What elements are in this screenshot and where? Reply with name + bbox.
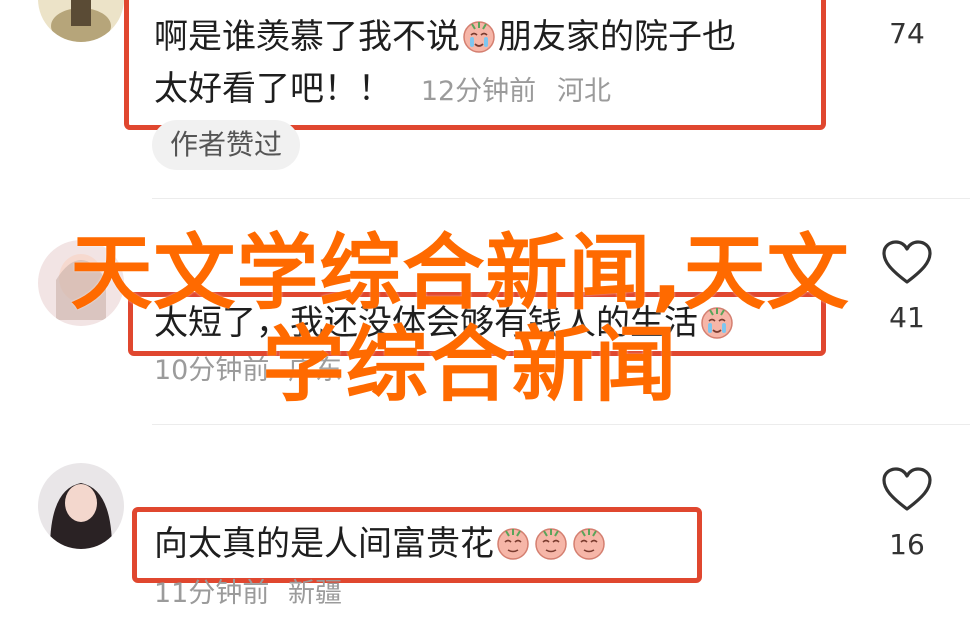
watermark-line1: 天文学综合新闻,天文 [70,226,850,321]
comment-text-content: 向太真的是人间富贵花 [154,524,494,564]
avatar[interactable] [38,463,124,549]
comment-text: 向太真的是人间富贵花 [154,519,608,569]
avatar[interactable] [38,0,124,42]
crying-face-emoji-icon [533,525,569,561]
comment-text: 啊是谁羡慕了我不说 朋友家的院子也 [154,12,736,62]
comment-text-line2-content: 太好看了吧！！ [154,69,392,109]
comment-time: 11分钟前 [154,578,270,609]
comment-time: 12分钟前 [420,76,537,107]
watermark-overlay: 天文学综合新闻,天文 学综合新闻 [30,228,890,412]
crying-face-emoji-icon [495,525,531,561]
divider [152,198,970,199]
comment-text-part2: 朋友家的院子也 [498,17,736,57]
watermark-line2: 学综合新闻 [262,318,678,413]
comment-text-part1: 啊是谁羡慕了我不说 [154,17,460,57]
comment-3: 向太真的是人间富贵花 11分钟前 新疆 16 [0,425,970,628]
like-column: 74 [872,14,942,54]
like-column: 16 [872,467,942,565]
author-liked-tag: 作者赞过 [152,120,301,170]
like-count: 16 [889,528,925,561]
comment-location: 河北 [556,76,611,107]
crying-face-emoji-icon [571,525,607,561]
heart-outline-icon[interactable] [881,467,933,513]
like-count: 74 [889,17,925,50]
comment-text-line2: 太好看了吧！！ 12分钟前 河北 [154,64,611,117]
comment-1: 啊是谁羡慕了我不说 朋友家的院子也 太好看了吧！！ 12分钟前 河北 作者赞过 7… [0,0,970,200]
comment-location: 新疆 [287,578,342,609]
crying-face-emoji-icon [461,18,497,54]
comment-meta: 11分钟前 新疆 [154,569,342,619]
